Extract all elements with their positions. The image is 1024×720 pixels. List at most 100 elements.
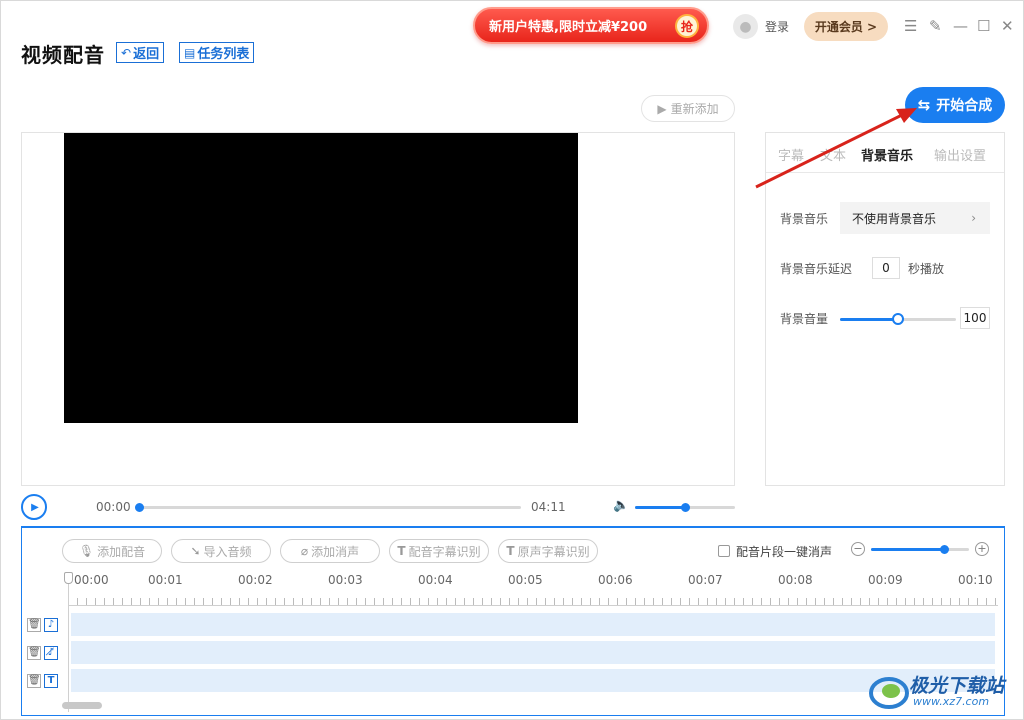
music-mute-icon[interactable]: ♪̸: [44, 646, 58, 660]
settings-tabs: 字幕 文本 背景音乐 输出设置: [766, 133, 1004, 173]
bgm-select[interactable]: 不使用背景音乐 ›: [840, 202, 990, 234]
maximize-icon[interactable]: ☐: [977, 17, 990, 35]
minimize-icon[interactable]: —: [953, 17, 968, 35]
promo-text: 新用户特惠,限时立减¥200: [489, 20, 648, 35]
close-icon[interactable]: ✕: [1001, 17, 1014, 35]
app-window: 视频配音 ↶ 返回 ▤ 任务列表 新用户特惠,限时立减¥200 抢 ● 登录 开…: [0, 0, 1024, 720]
music-note-icon[interactable]: ♪: [44, 618, 58, 632]
avatar-icon[interactable]: ●: [733, 14, 758, 39]
import-audio-button[interactable]: ➘ 导入音频: [171, 539, 271, 563]
ruler-tick-label: 00:07: [688, 573, 723, 587]
play-button[interactable]: ▶: [21, 494, 47, 520]
text-icon: T: [397, 544, 406, 558]
bgm-volume-label: 背景音量: [780, 312, 829, 326]
delete-track-icon[interactable]: 🗑: [27, 646, 41, 660]
start-compose-label: 开始合成: [936, 98, 993, 114]
add-dubbing-button[interactable]: 🎙 添加配音: [62, 539, 162, 563]
timeline-zoom-fill: [871, 548, 945, 551]
video-icon: ▶: [657, 101, 667, 116]
back-label: 返回: [133, 47, 160, 62]
zoom-out-icon[interactable]: −: [851, 542, 865, 556]
timeline-ruler[interactable]: 00:00 00:01 00:02 00:03 00:04 00:05 00:06 00:07…: [68, 568, 998, 608]
back-button[interactable]: ↶ 返回: [116, 42, 165, 63]
bgm-volume-slider[interactable]: [840, 313, 956, 325]
page-title: 视频配音: [21, 43, 105, 67]
chevron-right-icon: ›: [971, 211, 976, 225]
playhead-handle[interactable]: [64, 572, 73, 584]
text-track[interactable]: [71, 669, 995, 692]
one-click-mute-checkbox[interactable]: [718, 545, 730, 557]
login-link[interactable]: 登录: [765, 18, 789, 35]
vip-button[interactable]: 开通会员 >: [804, 12, 888, 41]
video-frame[interactable]: [64, 133, 578, 423]
swap-icon: ⇆: [917, 96, 931, 114]
zoom-in-icon[interactable]: +: [975, 542, 989, 556]
music-track[interactable]: [71, 613, 995, 636]
playhead-line: [68, 574, 69, 712]
ruler-tick-label: 00:05: [508, 573, 543, 587]
video-preview-area: [21, 132, 735, 486]
playback-progress-knob[interactable]: [134, 503, 144, 512]
original-subtitle-recognition-label: 原声字幕识别: [517, 544, 590, 559]
bgm-label: 背景音乐: [780, 212, 829, 226]
add-dubbing-label: 添加配音: [97, 544, 146, 559]
ruler-tick-label: 00:01: [148, 573, 183, 587]
watermark-url: www.xz7.com: [913, 695, 990, 708]
add-mute-label: 添加消声: [311, 544, 360, 559]
current-time: 00:00: [96, 500, 131, 514]
timeline-zoom-knob[interactable]: [940, 545, 949, 554]
player-volume-slider[interactable]: [635, 503, 735, 512]
text-icon: T: [506, 544, 515, 558]
add-mute-button[interactable]: ⌀ 添加消声: [280, 539, 380, 563]
ruler-tick-label: 00:04: [418, 573, 453, 587]
list-icon: ▤: [184, 45, 196, 60]
dubbing-subtitle-recognition-button[interactable]: T 配音字幕识别: [389, 539, 489, 563]
ruler-ticks: [68, 598, 998, 606]
player-volume-knob[interactable]: [680, 503, 690, 512]
ruler-tick-label: 00:08: [778, 573, 813, 587]
original-subtitle-recognition-button[interactable]: T 原声字幕识别: [498, 539, 598, 563]
import-arrow-icon: ➘: [190, 544, 201, 558]
horizontal-scrollbar[interactable]: [62, 702, 102, 709]
tab-output-settings[interactable]: 输出设置: [934, 145, 986, 164]
delete-track-icon[interactable]: 🗑: [27, 618, 41, 632]
import-audio-label: 导入音频: [203, 544, 252, 559]
ruler-tick-label: 00:00: [74, 573, 109, 587]
task-list-button[interactable]: ▤ 任务列表: [179, 42, 255, 63]
ruler-tick-label: 00:10: [958, 573, 993, 587]
muted-music-track[interactable]: [71, 641, 995, 664]
settings-panel: 字幕 文本 背景音乐 输出设置 背景音乐 不使用背景音乐 › 背景音乐延迟 0 …: [765, 132, 1005, 486]
menu-icon[interactable]: ☰: [904, 17, 917, 35]
player-volume-fill: [635, 506, 685, 509]
bgm-volume-value[interactable]: 100: [960, 307, 990, 329]
speaker-icon[interactable]: 🔈: [613, 498, 629, 513]
total-time: 04:11: [531, 500, 566, 514]
bgm-volume-fill: [840, 318, 898, 321]
bgm-delay-input[interactable]: 0: [872, 257, 900, 279]
bgm-volume-knob[interactable]: [892, 313, 904, 325]
start-compose-button[interactable]: ⇆ 开始合成: [905, 87, 1005, 123]
bgm-delay-unit: 秒播放: [908, 262, 945, 276]
delete-track-icon[interactable]: 🗑: [27, 674, 41, 688]
one-click-mute-label: 配音片段一键消声: [736, 545, 833, 559]
bgm-value: 不使用背景音乐: [852, 211, 937, 226]
readd-button[interactable]: ▶ 重新添加: [641, 95, 735, 122]
timeline-editor: 🎙 添加配音 ➘ 导入音频 ⌀ 添加消声 T 配音字幕识别 T 原声字幕识别 配音片段一键…: [21, 526, 1005, 716]
promo-badge: 抢: [675, 14, 699, 38]
readd-label: 重新添加: [670, 102, 719, 116]
tab-text[interactable]: 文本: [820, 145, 846, 164]
ruler-tick-label: 00:03: [328, 573, 363, 587]
promo-banner[interactable]: 新用户特惠,限时立减¥200 抢: [473, 7, 709, 44]
text-icon[interactable]: T: [44, 674, 58, 688]
feedback-icon[interactable]: ✎: [929, 17, 942, 35]
mute-mic-icon: ⌀: [300, 544, 309, 558]
watermark-text: 极光下载站: [909, 675, 1005, 697]
tab-background-music[interactable]: 背景音乐: [861, 145, 913, 164]
tab-subtitle[interactable]: 字幕: [778, 145, 804, 164]
dubbing-subtitle-recognition-label: 配音字幕识别: [408, 544, 481, 559]
playback-progress-bar[interactable]: [134, 503, 521, 512]
bgm-delay-label: 背景音乐延迟: [780, 262, 853, 276]
timeline-zoom-slider[interactable]: [871, 545, 969, 554]
ruler-tick-label: 00:02: [238, 573, 273, 587]
ruler-tick-label: 00:06: [598, 573, 633, 587]
